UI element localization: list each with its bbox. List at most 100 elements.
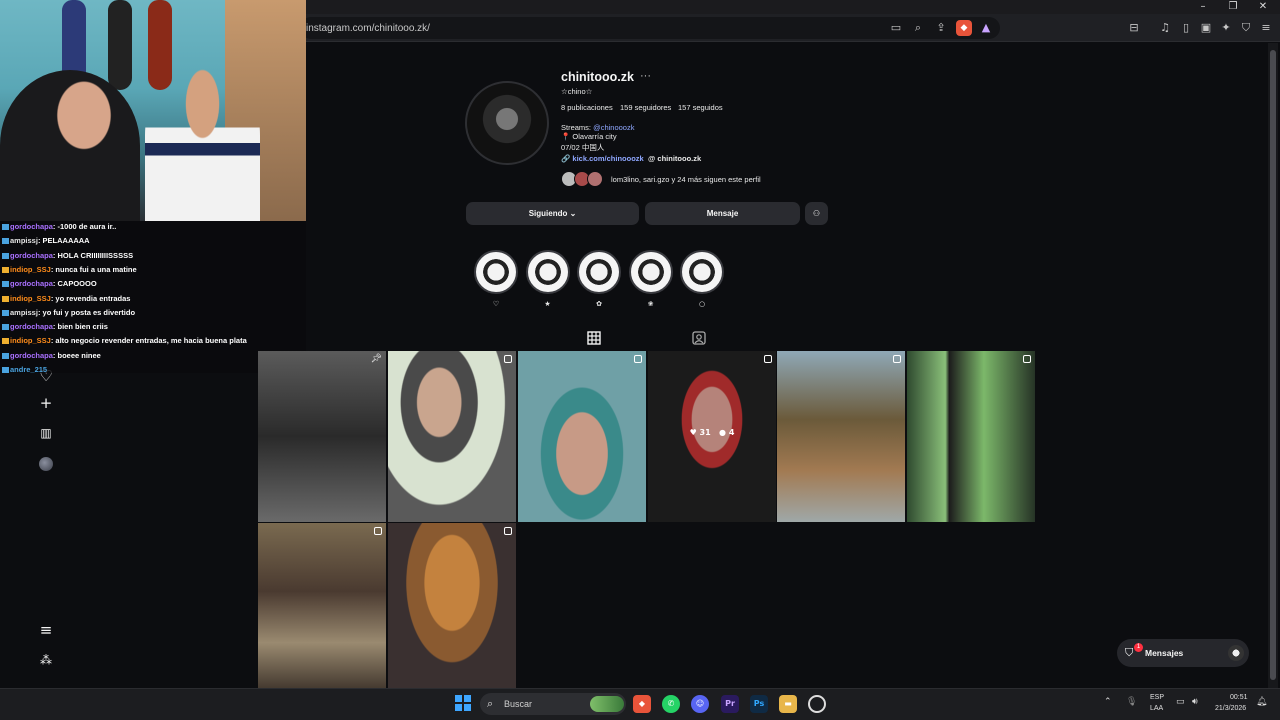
scrollbar-thumb[interactable] [1270,50,1276,680]
minimize-icon[interactable]: – [1188,0,1218,14]
chat-username[interactable]: gordochapa [10,251,53,260]
discord-icon[interactable]: ☺ [691,695,709,713]
story-highlight[interactable] [525,250,570,294]
post-thumbnail[interactable] [388,351,516,522]
menu-icon[interactable]: ≡ [1258,20,1274,36]
photoshop-icon[interactable]: Ps [750,695,768,713]
zoom-icon[interactable]: ⌕ [910,20,926,36]
post-hover-stats: ♥ 31 ● 4 [648,428,776,437]
followed-by-text[interactable]: lom3lino, sari.gzo y 24 más siguen este … [611,175,761,184]
microphone-icon[interactable]: 🎙︎ [1126,697,1137,707]
post-thumbnail[interactable] [907,351,1035,522]
story-highlight-label: ❀ [647,300,654,308]
profile-username: chinitooo.zk [561,70,634,84]
restore-icon[interactable]: ❐ [1218,0,1248,14]
create-plus-icon[interactable]: + [35,392,57,414]
volume-icon[interactable]: 🔊︎ [1192,697,1198,707]
carousel-icon [504,527,512,535]
music-icon[interactable]: ♫ [1157,20,1173,36]
wallet-icon[interactable]: ▣ [1198,20,1214,36]
brave-shields-icon[interactable]: ◆ [956,20,972,36]
posts-grid-tab-icon[interactable] [587,331,601,345]
post-thumbnail[interactable] [258,523,386,694]
chat-badge-icon [2,352,9,359]
followers-count[interactable]: 159 seguidores [620,103,671,112]
clock-date[interactable]: 21/3/2026 [1215,705,1246,712]
chat-username[interactable]: andre_215 [10,365,47,374]
chat-username[interactable]: indiop_SSJ [10,294,51,303]
language-indicator[interactable]: ESP [1150,694,1164,701]
whatsapp-icon[interactable]: ✆ [662,695,680,713]
post-thumbnail[interactable] [388,523,516,694]
story-highlight[interactable] [577,250,621,294]
threads-handle: chinitooo.zk [657,154,702,163]
tab-search-icon[interactable]: ⊟ [1126,20,1142,36]
post-thumbnail[interactable]: 📌︎ [258,351,386,522]
brave-icon[interactable]: ◆ [633,695,651,713]
chat-username[interactable]: ampissj [10,308,38,317]
chat-username[interactable]: indiop_SSJ [10,265,51,274]
bio-streams-handle-link[interactable]: @chinooozk [593,123,634,132]
chat-badge-icon [2,367,9,374]
story-highlight[interactable] [680,250,724,294]
cast-icon[interactable]: ▭ [888,20,904,36]
story-highlight-label: ✿ [596,300,602,308]
language-layout[interactable]: LAA [1150,705,1163,712]
carousel-icon [893,355,901,363]
chat-text: : nunca fui a una matine [50,264,137,274]
following-count[interactable]: 157 seguidos [678,103,723,112]
file-explorer-icon[interactable]: ▬ [779,695,797,713]
comments-count: 4 [728,428,735,437]
bio-streams-prefix: Streams: [561,123,594,132]
chat-badge-icon [2,252,9,259]
sidebar-toggle-icon[interactable]: ▯ [1178,20,1194,36]
chat-text: : CAPOOOO [52,279,97,289]
following-button[interactable]: Siguiendo ⌄ [466,202,639,225]
profile-picture[interactable] [465,81,549,165]
clock-time[interactable]: 00:51 [1230,694,1248,701]
followed-by-avatars[interactable] [561,171,607,187]
post-thumbnail[interactable]: ♥ 31 ● 4 [648,351,776,522]
tagged-tab-icon[interactable] [692,331,706,345]
story-highlight[interactable] [474,250,518,294]
story-highlight[interactable] [628,250,673,294]
dashboard-icon[interactable]: ▥ [35,422,57,444]
premiere-icon[interactable]: Pr [721,695,739,713]
share-icon[interactable]: ⇪ [933,20,949,36]
posts-count[interactable]: 8 publicaciones [561,103,613,112]
chat-badge-icon [2,324,9,331]
bio-external-link[interactable]: 🔗 kick.com/chinooozk [561,154,644,163]
chat-username[interactable]: gordochapa [10,279,53,288]
obs-icon[interactable] [808,695,826,713]
chat-message: gordochapa: HOLA CRIIIIIIIISSSSS [2,250,133,262]
leo-ai-icon[interactable]: ✦ [1218,20,1234,36]
profile-avatar-icon[interactable] [39,457,53,471]
suggest-user-icon[interactable]: ⚇ [805,202,828,225]
close-icon[interactable]: ✕ [1248,0,1278,14]
chat-message: gordochapa: bien bien criis [2,321,108,333]
post-thumbnail[interactable] [777,351,905,522]
post-thumbnail[interactable] [518,351,646,522]
messages-icon: ⛉ [1125,646,1134,659]
chat-username[interactable]: indiop_SSJ [10,336,51,345]
windows-start-icon[interactable] [455,695,471,711]
vpn-shield-icon[interactable]: ⛉ [1238,20,1254,36]
chat-username[interactable]: ampissj [10,236,38,245]
chat-text: : HOLA CRIIIIIIIISSSSS [52,250,134,260]
threads-link[interactable]: @ chinitooo.zk [648,154,701,163]
notification-bell-icon[interactable]: 🔔︎ [1256,697,1267,707]
chat-username[interactable]: gordochapa [10,222,53,231]
story-highlight-label: ♡ [492,300,500,308]
network-icon[interactable]: ▭ [1176,697,1185,707]
chat-badge-icon [2,295,9,302]
brave-rewards-icon[interactable]: ▲ [978,20,994,36]
more-menu-icon[interactable]: ≡ [35,619,57,641]
url-text: instagram.com/chinitooo.zk/ [306,23,430,34]
search-icon: ⌕ [487,697,494,710]
tray-expand-icon[interactable]: ⌃ [1104,697,1112,707]
profile-options-icon[interactable]: ··· [640,70,651,82]
chat-username[interactable]: gordochapa [10,351,53,360]
chat-username[interactable]: gordochapa [10,322,53,331]
threads-apps-icon[interactable]: ⁂ [35,649,57,671]
message-button[interactable]: Mensaje [645,202,800,225]
